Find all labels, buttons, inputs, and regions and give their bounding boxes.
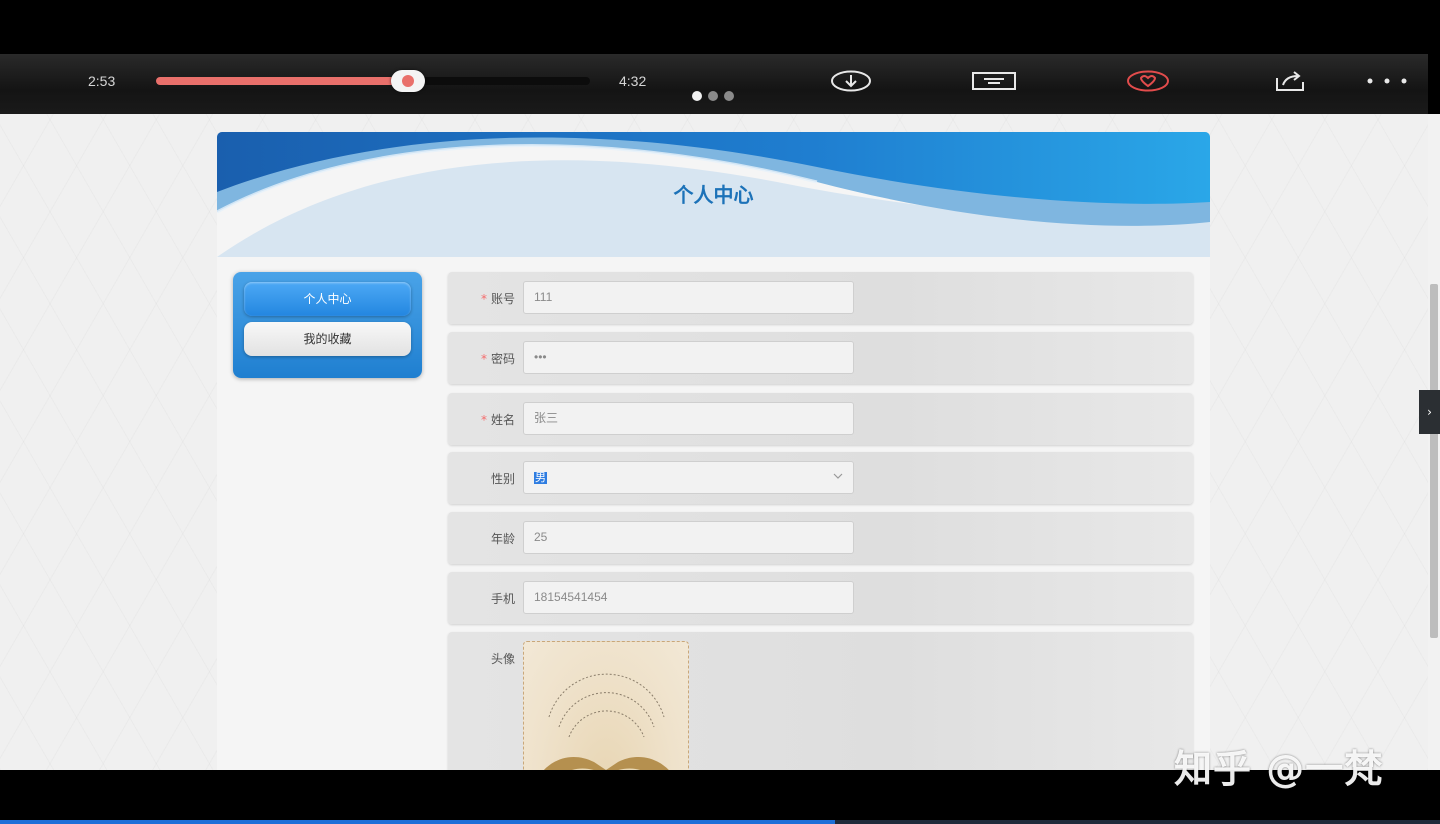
danmaku-icon[interactable] <box>972 66 1016 96</box>
phone-input[interactable]: 18154541454 <box>523 581 854 614</box>
avatar-book-image <box>543 673 669 770</box>
page-dot[interactable] <box>692 91 702 101</box>
more-icon[interactable] <box>1364 66 1410 96</box>
form-row-age: 年龄 25 <box>448 512 1193 564</box>
page-title: 个人中心 <box>673 183 754 207</box>
phone-label: 手机 <box>490 592 515 606</box>
form-row-avatar: 头像 <box>448 632 1193 770</box>
share-icon[interactable] <box>1274 66 1306 96</box>
avatar-upload[interactable] <box>523 641 689 770</box>
web-page: 个人中心 个人中心 我的收藏 * 账号 111 * 密码 ••• * 姓名 张三 性别… <box>0 114 1428 770</box>
password-input[interactable]: ••• <box>523 341 854 374</box>
favorite-icon[interactable] <box>1127 66 1169 96</box>
gender-select[interactable]: 男 <box>523 461 854 494</box>
name-input[interactable]: 张三 <box>523 402 854 435</box>
scrollbar-thumb[interactable] <box>1430 284 1438 638</box>
total-time: 4:32 <box>619 73 647 89</box>
current-time: 2:53 <box>88 73 116 89</box>
required-mark: * <box>480 352 487 366</box>
watermark-text: 知乎 @一梵 <box>1174 747 1384 791</box>
chevron-right-icon[interactable]: › <box>1419 390 1440 434</box>
mini-seek-bar[interactable] <box>0 820 1440 824</box>
top-black-bar <box>0 0 1440 54</box>
download-icon[interactable] <box>830 66 872 96</box>
page-dot[interactable] <box>724 91 734 101</box>
form-row-phone: 手机 18154541454 <box>448 572 1193 624</box>
mini-seek-fill <box>0 820 836 824</box>
age-input[interactable]: 25 <box>523 521 854 554</box>
age-label: 年龄 <box>490 532 515 546</box>
nav-profile-center[interactable]: 个人中心 <box>244 282 411 316</box>
form-row-gender: 性别 男 <box>448 452 1193 504</box>
gender-selected-value: 男 <box>534 472 547 484</box>
chevron-down-icon <box>833 473 843 479</box>
form-row-password: * 密码 ••• <box>448 332 1193 384</box>
video-player-controls: 2:53 4:32 <box>0 54 1428 114</box>
required-mark: * <box>480 292 487 306</box>
nav-my-favorites[interactable]: 我的收藏 <box>244 322 411 356</box>
password-label: * 密码 <box>480 352 515 366</box>
gender-label: 性别 <box>490 472 515 486</box>
account-label: * 账号 <box>480 292 515 306</box>
progress-thumb[interactable] <box>390 70 425 92</box>
side-navigation: 个人中心 我的收藏 <box>233 272 422 378</box>
avatar-label: 头像 <box>490 652 515 666</box>
required-mark: * <box>480 413 487 427</box>
form-row-name: * 姓名 张三 <box>448 393 1193 445</box>
name-label: * 姓名 <box>480 413 515 427</box>
page-dot[interactable] <box>708 91 718 101</box>
progress-fill <box>156 77 408 85</box>
progress-slider[interactable] <box>156 70 590 92</box>
form-row-account: * 账号 111 <box>448 272 1193 324</box>
page-indicator[interactable] <box>692 91 734 101</box>
profile-card: 个人中心 个人中心 我的收藏 * 账号 111 * 密码 ••• * 姓名 张三 性别… <box>217 132 1210 770</box>
vertical-scrollbar[interactable] <box>1428 114 1440 770</box>
account-input[interactable]: 111 <box>523 281 854 314</box>
